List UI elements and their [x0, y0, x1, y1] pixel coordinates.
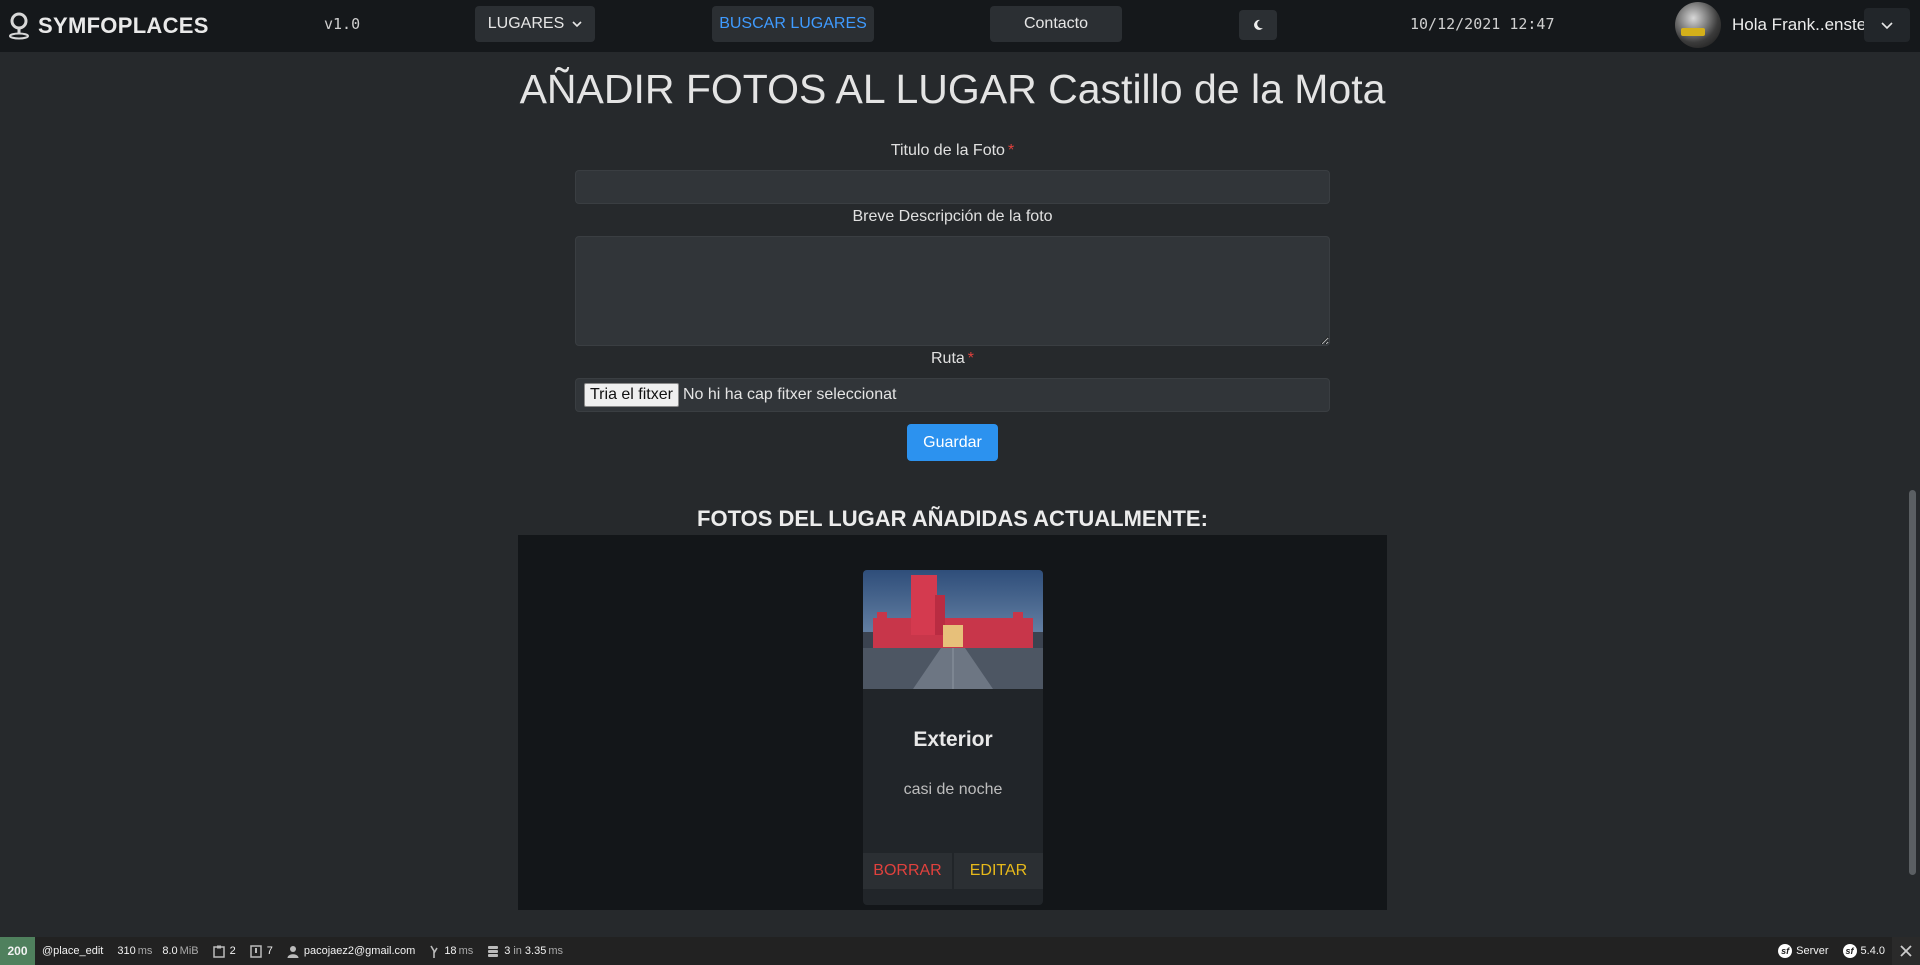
database-icon — [488, 945, 499, 957]
server-label: Server — [1796, 945, 1829, 957]
page-bottom — [0, 910, 1920, 937]
required-mark: * — [1007, 142, 1015, 159]
user-item[interactable]: pacojaez2@gmail.com — [280, 937, 422, 965]
db-item[interactable]: 3 in 3.35 ms — [480, 937, 570, 965]
twig-item[interactable]: 18 ms — [422, 937, 480, 965]
route-name: @place_edit — [42, 945, 104, 957]
twig-icon — [430, 945, 438, 958]
map-pin-icon — [9, 12, 29, 40]
validator-icon — [249, 944, 262, 958]
time-item[interactable]: 310 ms 8.0 MiB — [110, 937, 205, 965]
guardar-button[interactable]: Guardar — [907, 424, 998, 461]
choose-file-button[interactable]: Tria el fitxer — [584, 383, 679, 407]
castle-photo[interactable] — [863, 570, 1043, 689]
db-queries: 3 — [504, 945, 511, 957]
close-toolbar-button[interactable] — [1892, 937, 1920, 965]
symfony-icon: sf — [1778, 944, 1793, 958]
route-item[interactable]: @place_edit — [35, 937, 110, 965]
titulo-label-text: Titulo de la Foto — [890, 142, 1005, 159]
user-greeting[interactable]: Hola Frank..enstein — [1732, 15, 1879, 35]
avatar[interactable] — [1675, 2, 1721, 48]
required-mark: * — [967, 350, 975, 367]
db-unit: ms — [548, 945, 564, 957]
db-time: 3.35 — [524, 945, 547, 957]
current-datetime: 10/12/2021 12:47 — [1410, 15, 1555, 33]
scrollbar-thumb[interactable] — [1909, 490, 1916, 875]
validator-count: 7 — [266, 945, 273, 957]
memory-value: 8.0 — [162, 945, 178, 957]
titulo-label: Titulo de la Foto * — [0, 142, 1905, 160]
twig-unit: ms — [458, 945, 474, 957]
server-item[interactable]: sf Server — [1771, 937, 1835, 965]
chevron-down-icon — [572, 21, 582, 28]
status-badge[interactable]: 200 — [0, 937, 35, 965]
symfony-icon: sf — [1842, 944, 1857, 958]
memory-unit: MiB — [179, 945, 199, 957]
descripcion-textarea[interactable] — [575, 236, 1330, 346]
close-icon — [1900, 945, 1912, 957]
theme-toggle-button[interactable] — [1239, 10, 1277, 40]
photo-title: Exterior — [913, 728, 993, 751]
symfony-version: 5.4.0 — [1860, 945, 1885, 957]
debug-toolbar: 200 @place_edit 310 ms 8.0 MiB 2 7 pacojae… — [0, 937, 1920, 965]
forms-item[interactable]: 2 — [206, 937, 243, 965]
toolbar-right: sf Server sf 5.4.0 — [1771, 937, 1920, 965]
contacto-button[interactable]: Contacto — [990, 6, 1122, 42]
symfony-version-item[interactable]: sf 5.4.0 — [1836, 937, 1892, 965]
lugares-dropdown[interactable]: LUGARES — [475, 6, 595, 42]
descripcion-label: Breve Descripción de la foto — [852, 208, 1053, 225]
twig-value: 18 — [444, 945, 457, 957]
titulo-input[interactable] — [575, 170, 1330, 204]
photo-card: Exterior casi de noche BORRAR EDITAR — [863, 570, 1043, 905]
moon-icon — [1254, 19, 1263, 30]
file-status: No hi ha cap fitxer seleccionat — [682, 386, 897, 403]
ruta-label: Ruta * — [0, 350, 1905, 368]
top-navbar: SYMFOPLACES v1.0 LUGARES BUSCAR LUGARES … — [0, 0, 1920, 52]
editar-button[interactable]: EDITAR — [954, 853, 1043, 889]
time-unit: ms — [137, 945, 153, 957]
borrar-button[interactable]: BORRAR — [863, 853, 952, 889]
clipboard-icon — [212, 945, 225, 958]
page-title: AÑADIR FOTOS AL LUGAR Castillo de la Mot… — [519, 66, 1386, 112]
validator-item[interactable]: 7 — [243, 937, 280, 965]
db-in: in — [513, 945, 522, 957]
ruta-file-input[interactable]: Tria el fitxer No hi ha cap fitxer selec… — [575, 378, 1330, 412]
photo-actions: BORRAR EDITAR — [863, 853, 1043, 889]
buscar-lugares-button[interactable]: BUSCAR LUGARES — [712, 6, 874, 42]
photo-description: casi de noche — [903, 781, 1003, 798]
brand-name: SYMFOPLACES — [38, 13, 209, 38]
app-version: v1.0 — [324, 15, 361, 33]
user-email: pacojaez2@gmail.com — [303, 945, 416, 957]
lugares-label: LUGARES — [487, 15, 565, 32]
brand[interactable]: SYMFOPLACES — [8, 0, 209, 52]
ruta-label-text: Ruta — [930, 350, 965, 367]
user-icon — [287, 945, 299, 958]
photo-gallery: Exterior casi de noche BORRAR EDITAR — [518, 535, 1387, 910]
user-menu-toggle[interactable] — [1864, 8, 1910, 42]
photos-section-title: FOTOS DEL LUGAR AÑADIDAS ACTUALMENTE: — [697, 506, 1208, 531]
forms-count: 2 — [229, 945, 236, 957]
time-value: 310 — [117, 945, 136, 957]
chevron-down-icon — [1881, 22, 1893, 30]
